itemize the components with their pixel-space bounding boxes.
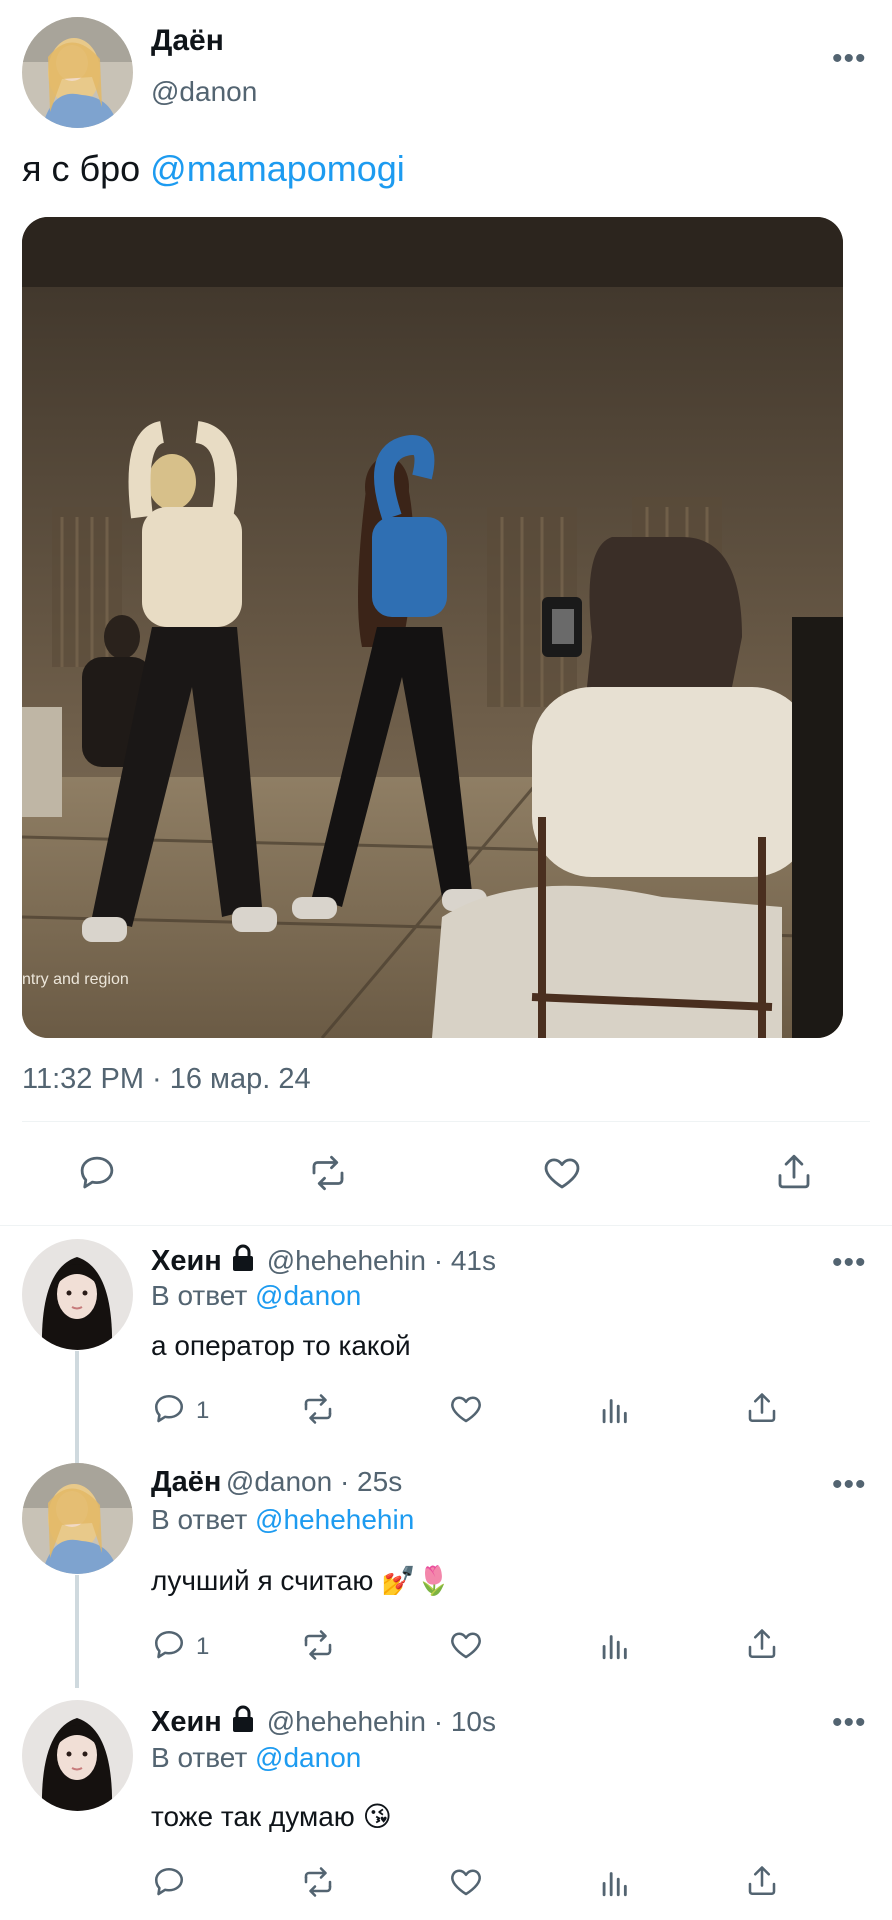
author-name[interactable]: Даён <box>151 24 224 58</box>
reply-text: а оператор то какой <box>151 1330 411 1361</box>
author-avatar[interactable] <box>22 17 133 128</box>
views-icon[interactable] <box>597 1392 631 1426</box>
replying-to: В ответ @hehehehin <box>151 1504 414 1536</box>
more-icon[interactable]: ••• <box>832 44 867 74</box>
lock-icon <box>230 1705 256 1738</box>
retweet-icon[interactable] <box>299 1864 337 1900</box>
reply-author-name[interactable]: Даён <box>151 1466 221 1498</box>
replying-to-mention[interactable]: @danon <box>255 1280 361 1311</box>
replying-to-mention[interactable]: @hehehehin <box>255 1504 414 1535</box>
lock-icon <box>230 1244 256 1277</box>
tweet-text: я с бро @mamapomogi <box>22 148 405 190</box>
views-icon[interactable] <box>597 1865 631 1899</box>
reply-handle-time[interactable]: @hehehehin · 41s <box>267 1245 496 1276</box>
reply-avatar[interactable] <box>22 1700 133 1811</box>
reply-header: Хеин @hehehehin · 41s <box>151 1244 496 1278</box>
retweet-icon[interactable] <box>299 1391 337 1427</box>
like-icon[interactable] <box>447 1864 485 1900</box>
divider <box>22 1121 870 1122</box>
reply-text: лучший я считаю 💅🌷 <box>151 1565 451 1596</box>
share-icon[interactable] <box>744 1863 780 1899</box>
reply-icon[interactable] <box>151 1864 187 1900</box>
replying-to: В ответ @danon <box>151 1280 361 1312</box>
like-icon[interactable] <box>447 1627 485 1663</box>
more-icon[interactable]: ••• <box>832 1470 867 1500</box>
replying-to-prefix: В ответ <box>151 1504 256 1535</box>
thread-line <box>75 1575 79 1688</box>
reply-author-name[interactable]: Хеин <box>151 1245 222 1277</box>
tweet-text-body: я с бро <box>22 148 151 189</box>
share-icon[interactable] <box>744 1626 780 1662</box>
reply-count: 1 <box>196 1397 210 1424</box>
reply-icon[interactable] <box>151 1627 187 1663</box>
divider <box>0 1225 892 1226</box>
tweet-timestamp[interactable]: 11:32 PM · 16 мар. 24 <box>22 1063 311 1096</box>
share-icon[interactable] <box>744 1390 780 1426</box>
reply-header: Хеин @hehehehin · 10s <box>151 1705 496 1739</box>
dance-practice-image <box>22 217 843 1038</box>
retweet-icon[interactable] <box>299 1627 337 1663</box>
reply-avatar[interactable] <box>22 1239 133 1350</box>
tweet-media-video[interactable]: ntry and region <box>22 217 843 1038</box>
retweet-icon[interactable] <box>306 1152 350 1194</box>
reply-handle-time[interactable]: @hehehehin · 10s <box>267 1706 496 1737</box>
reply-author-name[interactable]: Хеин <box>151 1706 222 1738</box>
author-handle[interactable]: @danon <box>151 76 257 108</box>
reply-header: Даён @danon · 25s <box>151 1466 402 1499</box>
replying-to-prefix: В ответ <box>151 1742 256 1773</box>
thread-line <box>75 1351 79 1464</box>
reply-handle-time[interactable]: @danon · 25s <box>226 1466 402 1497</box>
replying-to-prefix: В ответ <box>151 1280 256 1311</box>
reply-icon[interactable] <box>151 1391 187 1427</box>
views-icon[interactable] <box>597 1628 631 1662</box>
more-icon[interactable]: ••• <box>832 1708 867 1738</box>
replying-to-mention[interactable]: @danon <box>255 1742 361 1773</box>
reply-icon[interactable] <box>76 1152 118 1194</box>
like-icon[interactable] <box>540 1152 584 1194</box>
replying-to: В ответ @danon <box>151 1742 361 1774</box>
share-icon[interactable] <box>773 1150 815 1194</box>
reply-count: 1 <box>196 1633 210 1660</box>
more-icon[interactable]: ••• <box>832 1248 867 1278</box>
media-caption: ntry and region <box>22 971 129 988</box>
reply-avatar[interactable] <box>22 1463 133 1574</box>
reply-text: тоже так думаю 😘 <box>151 1801 392 1832</box>
mention-link[interactable]: @mamapomogi <box>150 148 405 189</box>
like-icon[interactable] <box>447 1391 485 1427</box>
